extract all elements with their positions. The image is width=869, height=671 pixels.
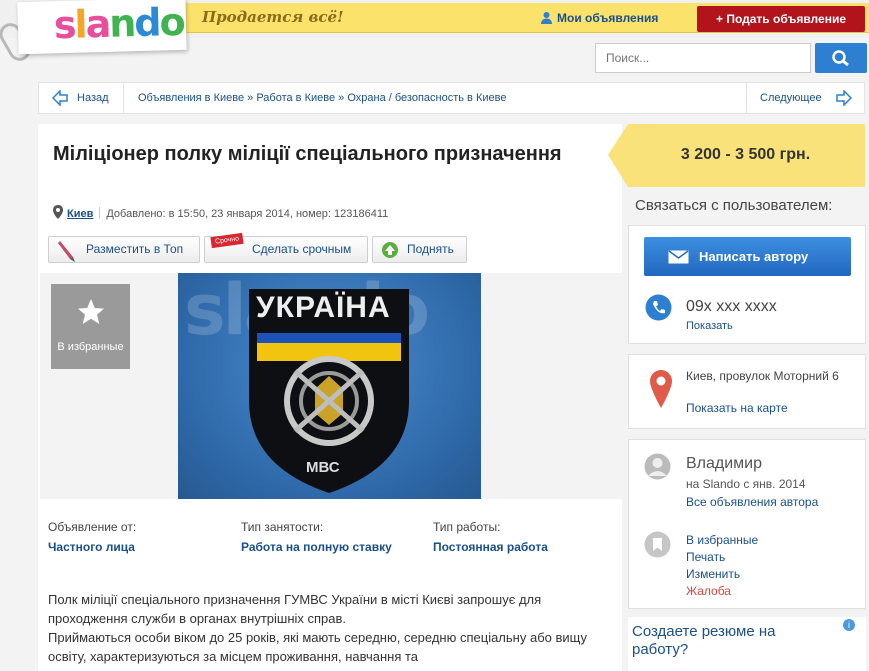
breadcrumb-item[interactable]: Объявления в Киеве: [138, 92, 244, 104]
complain-link[interactable]: Жалоба: [686, 584, 731, 598]
back-link[interactable]: Назад: [77, 92, 109, 104]
my-ads-label: Мои объявления: [557, 11, 659, 25]
attribute-employment: Тип занятости: Работа на полную ставку: [241, 520, 392, 554]
contact-heading: Связаться с пользователем:: [635, 197, 833, 214]
attribute-offer-from: Объявление от: Частного лица: [48, 520, 136, 554]
user-since: на Slando с янв. 2014: [686, 477, 806, 491]
pin-icon: [53, 205, 63, 219]
divider: [99, 207, 101, 219]
slogan: Продается всё!: [202, 8, 344, 26]
post-ad-button[interactable]: + Подать объявление: [697, 6, 865, 32]
divider: [746, 83, 747, 113]
write-author-label: Написать автору: [699, 249, 809, 264]
arrow-up-icon: [382, 242, 398, 258]
attribute-work-type: Тип работы: Постоянная работа: [433, 520, 548, 554]
attribute-label: Объявление от:: [48, 520, 137, 534]
show-map-link[interactable]: Показать на карте: [686, 401, 788, 415]
breadcrumb-item[interactable]: Охрана / безопасность в Киеве: [347, 92, 506, 104]
bump-up-button[interactable]: Поднять: [372, 236, 467, 263]
all-ads-link[interactable]: Все объявления автора: [686, 495, 818, 509]
listing-title: Міліціонер полку міліції спеціального пр…: [53, 143, 562, 165]
logo[interactable]: slando: [53, 0, 184, 47]
address: Киев, провулок Моторний 6: [686, 369, 839, 383]
bump-up-label: Поднять: [407, 242, 454, 256]
patch-bottom-text: МВС: [306, 459, 340, 476]
show-phone-link[interactable]: Показать: [686, 320, 733, 332]
patch-top-text: УКРАЇНА: [256, 291, 391, 324]
avatar-icon: [644, 453, 671, 480]
next-arrow-icon[interactable]: [836, 90, 852, 106]
ad-text[interactable]: Создаете резюме на работу?: [632, 623, 832, 659]
description-paragraph: Полк міліції спеціального призначення ГУ…: [48, 592, 542, 626]
price: 3 200 - 3 500 грн.: [680, 146, 811, 163]
write-author-button[interactable]: Написать автору: [644, 237, 851, 276]
star-icon: [78, 299, 104, 324]
phone-icon: [645, 294, 672, 321]
breadcrumb: Объявления в Киеве » Работа в Киеве » Ох…: [138, 92, 507, 104]
search-icon: [832, 50, 849, 67]
back-arrow-icon[interactable]: [52, 90, 68, 106]
print-link[interactable]: Печать: [686, 550, 725, 564]
edit-link[interactable]: Изменить: [686, 567, 740, 581]
description: Полк міліції спеціального призначення ГУ…: [48, 590, 613, 666]
next-link[interactable]: Следующее: [760, 92, 822, 104]
phone-number: 09x xxx xxxx: [686, 298, 777, 315]
attribute-value[interactable]: Работа на полную ставку: [241, 540, 392, 554]
map-pin-icon: [650, 370, 672, 408]
added-info: Добавлено: в 15:50, 23 января 2014, номе…: [106, 208, 389, 220]
city-link[interactable]: Киев: [67, 208, 93, 220]
promote-top-button[interactable]: Разместить в Топ: [48, 236, 200, 263]
favorites-link[interactable]: В избранные: [686, 533, 758, 547]
add-favorite-button[interactable]: В избранные: [51, 284, 130, 369]
user-icon: [541, 12, 552, 24]
listing-meta: Киев Добавлено: в 15:50, 23 января 2014, …: [53, 205, 388, 220]
attribute-value[interactable]: Постоянная работа: [433, 540, 548, 554]
attribute-label: Тип занятости:: [241, 520, 324, 534]
search-input[interactable]: [595, 43, 811, 73]
ad-banner[interactable]: Создаете резюме на работу? i: [628, 617, 866, 671]
brush-icon: [58, 241, 75, 262]
search-button[interactable]: [815, 43, 867, 73]
envelope-icon: [668, 250, 689, 264]
attribute-value[interactable]: Частного лица: [48, 540, 136, 554]
favorite-label: В избранные: [57, 341, 124, 353]
bookmark-icon: [644, 531, 671, 558]
promote-top-label: Разместить в Топ: [86, 242, 184, 256]
listing-photo[interactable]: slando УКРАЇНА МВС: [178, 269, 481, 499]
breadcrumb-item[interactable]: Работа в Киеве: [256, 92, 335, 104]
make-urgent-button[interactable]: Срочно Сделать срочным: [204, 232, 368, 263]
user-name: Владимир: [686, 455, 763, 472]
divider: [123, 83, 124, 113]
urgent-badge: Срочно: [210, 232, 244, 249]
make-urgent-label: Сделать срочным: [252, 242, 352, 256]
description-paragraph: Приймаються особи віком до 25 років, які…: [48, 630, 587, 664]
my-ads-link[interactable]: Мои объявления: [540, 11, 658, 25]
attribute-label: Тип работы:: [433, 520, 501, 534]
logo-card[interactable]: slando: [17, 0, 187, 55]
ad-info-icon[interactable]: i: [843, 619, 855, 631]
